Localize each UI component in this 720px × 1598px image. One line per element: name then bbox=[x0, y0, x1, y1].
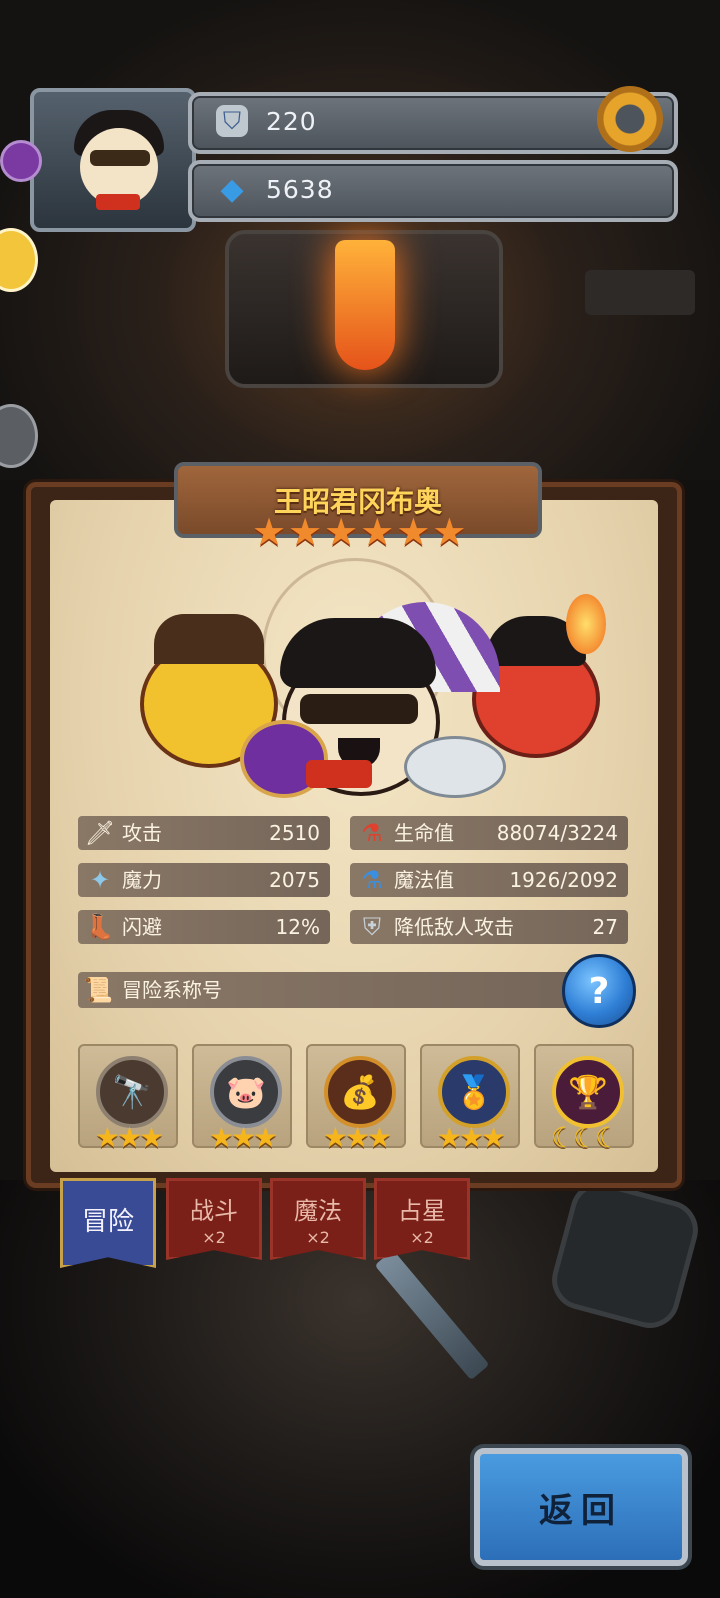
player-avatar[interactable] bbox=[30, 88, 196, 232]
telescope-badge-icon: 🔭 bbox=[96, 1056, 168, 1128]
health-potion-icon: ⚗ bbox=[361, 819, 383, 847]
stat-label: 攻击 bbox=[122, 821, 162, 845]
mana-potion-icon: ⚗ bbox=[361, 866, 383, 894]
gem-icon: ◆ bbox=[220, 171, 244, 207]
hero-sunglasses bbox=[300, 694, 418, 724]
stat-magic-power: ✦ 魔力 2075 bbox=[78, 863, 330, 897]
stat-value: 12% bbox=[275, 915, 320, 939]
star-icon: ★ bbox=[396, 510, 431, 554]
star-icon: ★ bbox=[432, 510, 467, 554]
stat-dodge: 👢 闪避 12% bbox=[78, 910, 330, 944]
badge-stars: ★★★ bbox=[436, 1121, 506, 1154]
samurai-helmet bbox=[154, 614, 264, 664]
tab-adventure[interactable]: 冒险 bbox=[60, 1178, 156, 1268]
stat-mana: ⚗ 魔法值 1926/2092 bbox=[350, 863, 628, 897]
fire-effect bbox=[566, 594, 606, 654]
tab-multiplier: ×2 bbox=[306, 1228, 330, 1247]
stat-attack: 🗡 攻击 2510 bbox=[78, 816, 330, 850]
stat-value: 1926/2092 bbox=[509, 868, 618, 892]
tab-label: 冒险 bbox=[81, 1207, 134, 1237]
star-icon: ★ bbox=[252, 510, 287, 554]
anvil bbox=[585, 270, 695, 315]
hero-star-rating: ★ ★ ★ ★ ★ ★ bbox=[252, 510, 466, 554]
stat-value: 2510 bbox=[269, 821, 320, 845]
trophy-icon: ⛉ bbox=[216, 105, 248, 137]
shield-icon: ⛨ bbox=[363, 913, 381, 941]
badge-stars: ★★★ bbox=[94, 1121, 164, 1154]
stat-health: ⚗ 生命值 88074/3224 bbox=[350, 816, 628, 850]
tab-magic[interactable]: 魔法 ×2 bbox=[270, 1178, 366, 1260]
badge-moons: ☾☾☾ bbox=[550, 1121, 620, 1154]
badge-stars: ★★★ bbox=[208, 1121, 278, 1154]
badge-stars: ★★★ bbox=[322, 1121, 392, 1154]
badge-slot[interactable]: 🏆 ☾☾☾ bbox=[534, 1044, 634, 1154]
sword-icon: 🗡 bbox=[84, 819, 116, 847]
tab-label: 占星 bbox=[398, 1197, 446, 1225]
lute-icon bbox=[0, 140, 42, 182]
stat-label: 生命值 bbox=[394, 821, 454, 845]
molten-lava bbox=[335, 240, 395, 370]
magic-wand-icon: ✦ bbox=[89, 866, 111, 894]
gem-value: 5638 bbox=[266, 175, 334, 204]
adventure-title-bar: 📜 冒险系称号 bbox=[78, 972, 578, 1008]
trophy-value: 220 bbox=[266, 107, 317, 136]
help-button[interactable]: ? bbox=[562, 954, 636, 1028]
tab-battle[interactable]: 战斗 ×2 bbox=[166, 1178, 262, 1260]
stat-label: 降低敌人攻击 bbox=[394, 915, 514, 939]
tab-label: 魔法 bbox=[294, 1197, 342, 1225]
gem-resource-bar: ◆ 5638 bbox=[188, 160, 678, 222]
stat-label: 魔力 bbox=[122, 868, 162, 892]
stat-value: 2075 bbox=[269, 868, 320, 892]
star-icon: ★ bbox=[324, 510, 359, 554]
seagull bbox=[404, 736, 506, 798]
star-icon: ★ bbox=[288, 510, 323, 554]
stat-value: 88074/3224 bbox=[496, 821, 618, 845]
gear-icon[interactable]: ⚙ bbox=[597, 86, 663, 152]
crest-badge-icon: 🏅 bbox=[438, 1056, 510, 1128]
badge-slot[interactable]: 🏅 ★★★ bbox=[420, 1044, 520, 1154]
crown-trophy-badge-icon: 🏆 bbox=[552, 1056, 624, 1128]
pig-badge-icon: 🐷 bbox=[210, 1056, 282, 1128]
badge-slot[interactable]: 🐷 ★★★ bbox=[192, 1044, 292, 1154]
treasure-badge-icon: 💰 bbox=[324, 1056, 396, 1128]
hero-bow-tie bbox=[306, 760, 372, 788]
stat-damage-reduction: ⛨ 降低敌人攻击 27 bbox=[350, 910, 628, 944]
tab-label: 战斗 bbox=[190, 1197, 238, 1225]
badge-slot[interactable]: 🔭 ★★★ bbox=[78, 1044, 178, 1154]
tab-multiplier: ×2 bbox=[410, 1228, 434, 1247]
tab-astrology[interactable]: 占星 ×2 bbox=[374, 1178, 470, 1260]
badge-slot[interactable]: 💰 ★★★ bbox=[306, 1044, 406, 1154]
hero-hair bbox=[280, 618, 436, 688]
star-icon: ★ bbox=[360, 510, 395, 554]
stat-value: 27 bbox=[592, 915, 618, 939]
stat-label: 闪避 bbox=[122, 915, 162, 939]
stat-label: 魔法值 bbox=[394, 868, 454, 892]
back-button[interactable]: 返回 bbox=[474, 1448, 688, 1566]
adventure-title-label: 冒险系称号 bbox=[122, 978, 222, 1002]
scroll-icon: 📜 bbox=[83, 976, 113, 1004]
avatar-sunglasses bbox=[90, 150, 150, 166]
boot-icon: 👢 bbox=[85, 913, 115, 941]
avatar-bow bbox=[96, 194, 140, 210]
tab-multiplier: ×2 bbox=[202, 1228, 226, 1247]
